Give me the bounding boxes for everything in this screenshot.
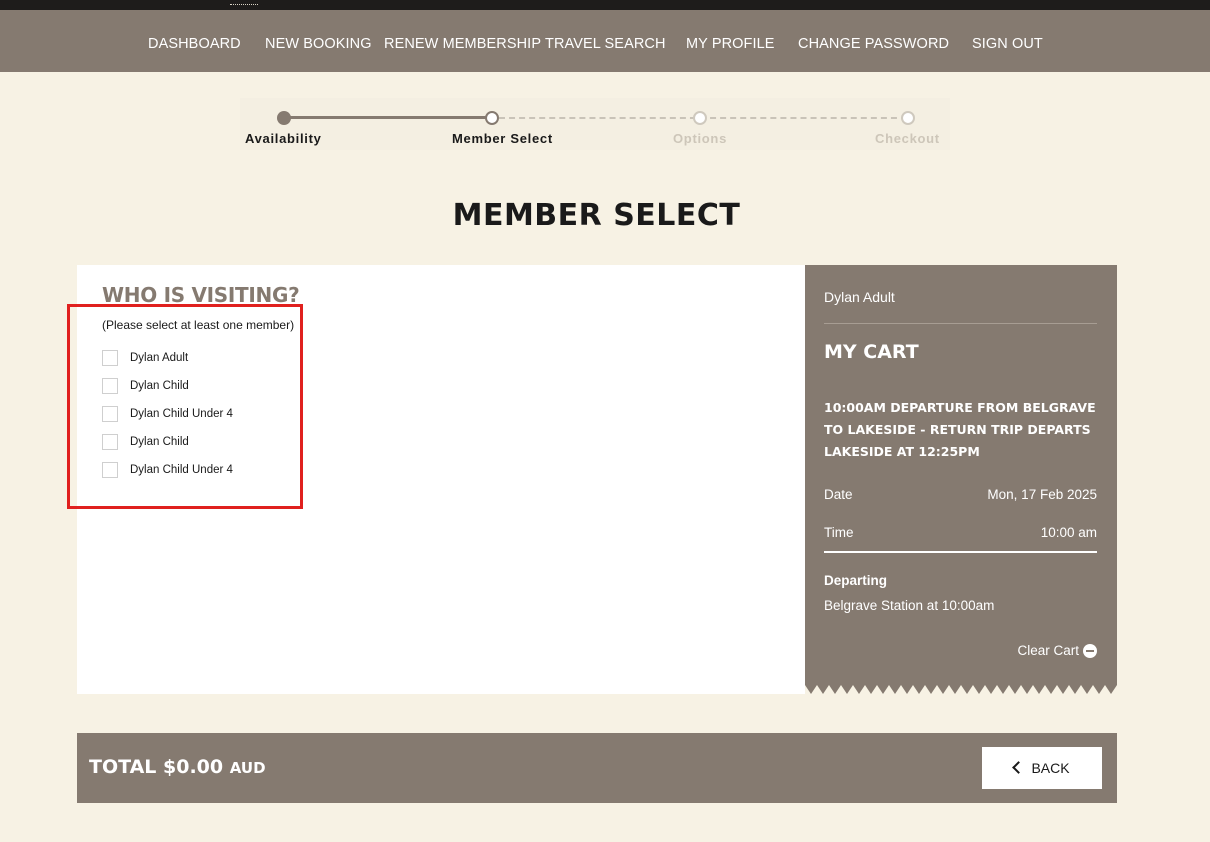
step-dot-checkout — [901, 111, 915, 125]
minus-circle-icon[interactable] — [1083, 643, 1097, 658]
step-dot-availability — [277, 111, 291, 125]
member-checkbox[interactable] — [102, 434, 118, 450]
page-title: MEMBER SELECT — [452, 198, 741, 233]
clear-cart-label[interactable]: Clear Cart — [1017, 643, 1079, 658]
step-label-member-select: Member Select — [452, 131, 553, 146]
date-label: Date — [824, 487, 853, 502]
time-value: 10:00 am — [1040, 525, 1097, 540]
step-label-checkout: Checkout — [875, 131, 940, 146]
member-label[interactable]: Dylan Child — [130, 378, 189, 394]
member-checkbox[interactable] — [102, 462, 118, 478]
cart-title: MY CART — [824, 341, 919, 363]
cart-member-name: Dylan Adult — [824, 289, 895, 305]
total-currency: AUD — [229, 759, 266, 777]
member-label[interactable]: Dylan Child Under 4 — [130, 462, 233, 478]
member-label[interactable]: Dylan Child Under 4 — [130, 406, 233, 422]
select-hint: (Please select at least one member) — [102, 318, 295, 332]
main-nav: DASHBOARD NEW BOOKING RENEW MEMBERSHIP T… — [0, 10, 1210, 72]
date-value: Mon, 17 Feb 2025 — [987, 487, 1097, 502]
step-label-availability: Availability — [245, 131, 322, 146]
nav-new-booking[interactable]: NEW BOOKING — [265, 10, 372, 72]
nav-my-profile[interactable]: MY PROFILE — [686, 10, 775, 72]
clear-cart-button[interactable]: Clear Cart — [1017, 643, 1097, 658]
chevron-left-icon — [1012, 760, 1026, 774]
total-amount: TOTAL $0.00 — [89, 756, 224, 778]
logo[interactable] — [230, 0, 258, 5]
nav-dashboard[interactable]: DASHBOARD — [148, 10, 241, 72]
nav-renew-membership[interactable]: RENEW MEMBERSHIP — [384, 10, 541, 72]
step-dot-options — [693, 111, 707, 125]
step-dot-member-select — [485, 111, 499, 125]
step-label-options: Options — [673, 131, 728, 146]
back-button[interactable]: BACK — [982, 747, 1102, 789]
step-connector-complete — [285, 116, 492, 119]
progress-stepper — [240, 98, 950, 150]
cart-zigzag-edge — [805, 685, 1117, 694]
nav-sign-out[interactable]: SIGN OUT — [972, 10, 1043, 72]
nav-travel-search[interactable]: TRAVEL SEARCH — [545, 10, 666, 72]
nav-change-password[interactable]: CHANGE PASSWORD — [798, 10, 949, 72]
cart-panel — [805, 265, 1117, 685]
trip-title: 10:00AM DEPARTURE FROM BELGRAVE TO LAKES… — [824, 400, 1096, 459]
departing-label: Departing — [824, 573, 888, 588]
member-checkbox[interactable] — [102, 350, 118, 366]
top-strip — [0, 0, 1210, 10]
back-label[interactable]: BACK — [1031, 760, 1069, 776]
cart-divider — [824, 323, 1097, 324]
time-label: Time — [824, 525, 854, 540]
member-checkbox[interactable] — [102, 378, 118, 394]
member-checkbox[interactable] — [102, 406, 118, 422]
member-label[interactable]: Dylan Adult — [130, 350, 188, 366]
departing-value: Belgrave Station at 10:00am — [824, 598, 995, 613]
cart-divider — [824, 551, 1097, 553]
order-total: TOTAL $0.00 AUD — [89, 756, 266, 778]
member-label[interactable]: Dylan Child — [130, 434, 189, 450]
